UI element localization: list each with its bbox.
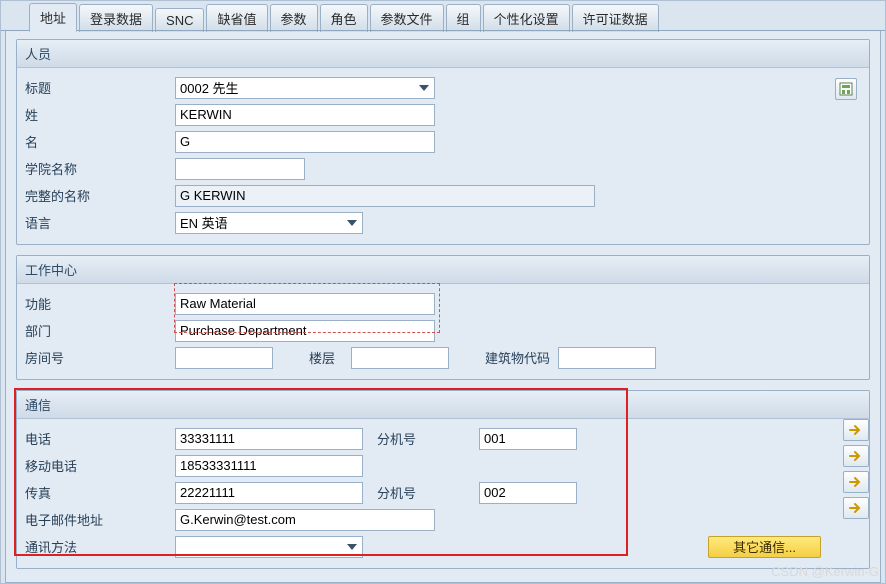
more-button-email[interactable] — [843, 497, 869, 519]
tab-content: 人员 标题 0002 先生 姓 名 — [5, 31, 881, 583]
tab-label: SNC — [166, 13, 193, 28]
group-person: 人员 标题 0002 先生 姓 名 — [16, 39, 870, 245]
input-lastname[interactable] — [175, 104, 435, 126]
input-fax[interactable] — [175, 482, 363, 504]
label-phone: 电话 — [25, 429, 175, 448]
tab-roles[interactable]: 角色 — [320, 4, 368, 32]
group-title: 工作中心 — [17, 256, 869, 284]
select-language[interactable]: EN 英语 — [175, 212, 363, 234]
chevron-down-icon — [344, 538, 360, 556]
group-communication: 通信 电话 分机号 移动电话 传真 分机号 — [16, 390, 870, 569]
button-label: 其它通信... — [733, 537, 796, 556]
label-fax: 传真 — [25, 483, 175, 502]
tabstrip: 地址 登录数据 SNC 缺省值 参数 角色 参数文件 组 个性化设置 许可证数据 — [1, 1, 885, 31]
group-workcenter: 工作中心 功能 部门 房间号 楼层 建筑物代码 — [16, 255, 870, 380]
input-phone[interactable] — [175, 428, 363, 450]
more-button-fax[interactable] — [843, 471, 869, 493]
label-method: 通讯方法 — [25, 537, 175, 556]
label-firstname: 名 — [25, 132, 175, 151]
input-fax-ext[interactable] — [479, 482, 577, 504]
input-fullname — [175, 185, 595, 207]
input-firstname[interactable] — [175, 131, 435, 153]
button-other-comm[interactable]: 其它通信... — [708, 536, 821, 558]
tab-address[interactable]: 地址 — [29, 3, 77, 32]
input-email[interactable] — [175, 509, 435, 531]
tab-label: 参数 — [281, 12, 307, 27]
tab-label: 许可证数据 — [583, 12, 648, 27]
input-academic[interactable] — [175, 158, 305, 180]
tab-label: 缺省值 — [217, 12, 256, 27]
input-phone-ext[interactable] — [479, 428, 577, 450]
select-comm-method[interactable] — [175, 536, 363, 558]
tab-label: 登录数据 — [90, 12, 142, 27]
label-mobile: 移动电话 — [25, 456, 175, 475]
input-room[interactable] — [175, 347, 273, 369]
tab-label: 组 — [457, 12, 470, 27]
tab-profiles[interactable]: 参数文件 — [370, 4, 444, 32]
select-value: EN 英语 — [180, 213, 228, 232]
chevron-down-icon — [416, 79, 432, 97]
tab-parameters[interactable]: 参数 — [270, 4, 318, 32]
label-building: 建筑物代码 — [477, 348, 558, 367]
label-title: 标题 — [25, 78, 175, 97]
label-language: 语言 — [25, 213, 175, 232]
tab-label: 地址 — [40, 11, 66, 26]
group-title: 人员 — [17, 40, 869, 68]
label-phone-ext: 分机号 — [369, 429, 479, 448]
group-title: 通信 — [17, 391, 869, 419]
more-button-phone[interactable] — [843, 419, 869, 441]
tab-logon-data[interactable]: 登录数据 — [79, 4, 153, 32]
label-function: 功能 — [25, 294, 175, 313]
tab-groups[interactable]: 组 — [446, 4, 481, 32]
input-building[interactable] — [558, 347, 656, 369]
label-email: 电子邮件地址 — [25, 510, 175, 529]
label-fax-ext: 分机号 — [369, 483, 479, 502]
chevron-down-icon — [344, 214, 360, 232]
select-title[interactable]: 0002 先生 — [175, 77, 435, 99]
page-layout-icon[interactable] — [835, 78, 857, 100]
label-department: 部门 — [25, 321, 175, 340]
input-floor[interactable] — [351, 347, 449, 369]
label-lastname: 姓 — [25, 105, 175, 124]
label-floor: 楼层 — [301, 348, 351, 367]
tab-label: 参数文件 — [381, 12, 433, 27]
tab-label: 角色 — [331, 12, 357, 27]
label-room: 房间号 — [25, 348, 175, 367]
input-function[interactable] — [175, 293, 435, 315]
tab-personalization[interactable]: 个性化设置 — [483, 4, 570, 32]
label-fullname: 完整的名称 — [25, 186, 175, 205]
tab-license[interactable]: 许可证数据 — [572, 4, 659, 32]
input-mobile[interactable] — [175, 455, 363, 477]
tab-defaults[interactable]: 缺省值 — [206, 4, 267, 32]
more-button-mobile[interactable] — [843, 445, 869, 467]
sap-window: 地址 登录数据 SNC 缺省值 参数 角色 参数文件 组 个性化设置 许可证数据… — [0, 0, 886, 584]
input-department[interactable] — [175, 320, 435, 342]
select-value: 0002 先生 — [180, 78, 239, 97]
tab-label: 个性化设置 — [494, 12, 559, 27]
label-academic: 学院名称 — [25, 159, 175, 178]
tab-snc[interactable]: SNC — [155, 8, 204, 32]
